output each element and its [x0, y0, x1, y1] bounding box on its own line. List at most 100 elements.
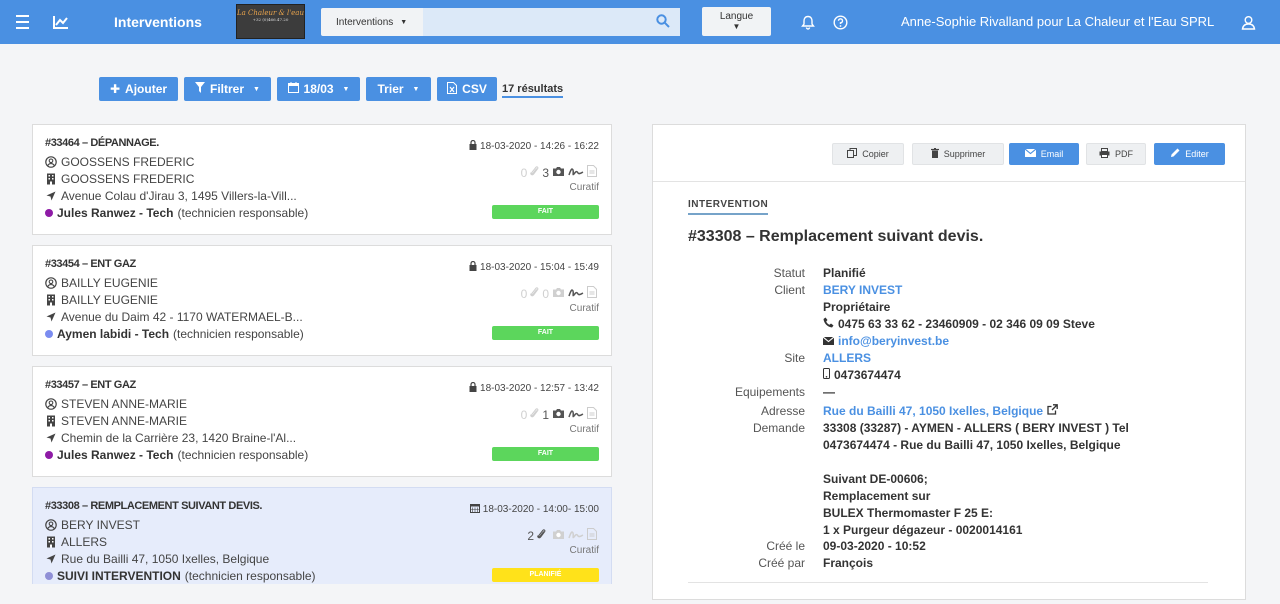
top-navbar: Interventions La Chaleur & l'eau +32 (0)… — [0, 0, 1280, 44]
intervention-type: Curatif — [569, 424, 599, 435]
building-icon — [45, 173, 57, 185]
bell-icon[interactable] — [798, 12, 818, 32]
client-label: Client — [774, 283, 805, 297]
request-line: 0473674474 - Rue du Bailli 47, 1050 Ixel… — [823, 438, 1121, 452]
equipment-label: Equipements — [734, 385, 805, 399]
pdf-button[interactable]: PDF — [1086, 143, 1146, 165]
location-arrow-icon — [45, 432, 57, 444]
client-email[interactable]: info@beryinvest.be — [822, 334, 949, 348]
card-date: 18-03-2020 - 14:00- 15:00 — [469, 503, 599, 516]
status-badge: FAIT — [492, 326, 599, 340]
card-technician: Jules Ranwez - Tech (technicien responsab… — [45, 206, 308, 220]
camera-icon — [552, 287, 565, 301]
status-badge: PLANIFIÉ — [492, 568, 599, 582]
intervention-type: Curatif — [569, 545, 599, 556]
card-stats: 0 0 — [521, 286, 597, 301]
building-icon — [45, 294, 57, 306]
request-label: Demande — [752, 421, 805, 435]
paperclip-icon — [530, 286, 539, 301]
delete-button[interactable]: Supprimer — [912, 143, 1004, 165]
language-dropdown[interactable]: Langue ▼ — [702, 7, 771, 36]
client-phone: 0475 63 33 62 - 23460909 - 02 346 09 09 … — [823, 317, 1095, 331]
address-link[interactable]: Rue du Bailli 47, 1050 Ixelles, Belgique — [823, 404, 1058, 418]
site-link[interactable]: ALLERS — [823, 351, 871, 365]
created-on-value: 09-03-2020 - 10:52 — [823, 539, 926, 553]
signature-icon — [568, 408, 584, 422]
intervention-card[interactable]: #33464 – DÉPANNAGE. 18-03-2020 - 14:26 -… — [32, 124, 612, 235]
signature-icon — [568, 166, 584, 180]
app-title[interactable]: Interventions — [114, 14, 202, 30]
date-filter-button[interactable]: 18/03 ▼ — [277, 77, 360, 101]
calendar-icon — [469, 503, 480, 516]
search-input[interactable] — [423, 8, 680, 36]
company-logo: La Chaleur & l'eau +32 (0)466.47.20 — [236, 4, 305, 39]
result-count[interactable]: 17 résultats — [502, 83, 564, 98]
lock-icon — [469, 139, 477, 153]
filter-icon — [195, 82, 206, 96]
search-icon[interactable] — [656, 14, 670, 28]
client-role: Propriétaire — [823, 300, 891, 314]
card-client: GOOSSENS FREDERIC — [45, 155, 194, 169]
address-label: Adresse — [760, 404, 805, 418]
envelope-icon — [822, 334, 835, 348]
detail-title: #33308 – Remplacement suivant devis. — [688, 228, 984, 245]
card-client: BAILLY EUGENIE — [45, 276, 158, 290]
add-button[interactable]: ✚ Ajouter — [99, 77, 178, 101]
card-site: GOOSSENS FREDERIC — [45, 172, 194, 186]
status-label: Statut — [773, 266, 805, 280]
help-icon[interactable] — [830, 12, 850, 32]
building-icon — [45, 536, 57, 548]
created-by-value: François — [823, 556, 874, 570]
sort-button[interactable]: Trier ▼ — [366, 77, 431, 101]
intervention-type: Curatif — [569, 182, 599, 193]
user-circle-icon — [45, 277, 57, 289]
calendar-icon — [287, 82, 299, 96]
user-icon[interactable] — [1238, 12, 1258, 32]
camera-icon — [552, 408, 565, 422]
lock-icon — [469, 381, 477, 395]
trash-icon — [930, 148, 939, 160]
card-technician: Jules Ranwez - Tech (technicien responsab… — [45, 448, 308, 462]
copy-button[interactable]: Copier — [832, 143, 904, 165]
technician-color-dot — [45, 572, 53, 580]
intervention-detail-panel: Copier Supprimer Email PDF Editer INTERV… — [652, 124, 1246, 600]
intervention-type: Curatif — [569, 303, 599, 314]
signature-icon — [568, 287, 584, 301]
status-value: Planifié — [823, 266, 866, 280]
edit-button[interactable]: Editer — [1154, 143, 1225, 165]
card-title: #33454 – ENT GAZ — [45, 258, 136, 270]
intervention-card[interactable]: #33454 – ENT GAZ 18-03-2020 - 15:04 - 15… — [32, 245, 612, 356]
email-button[interactable]: Email — [1009, 143, 1079, 165]
intervention-card[interactable]: #33308 – REMPLACEMENT SUIVANT DEVIS. 18-… — [32, 487, 612, 584]
menu-icon[interactable] — [12, 12, 32, 32]
csv-export-button[interactable]: CSV — [437, 77, 497, 101]
panel-bottom-divider — [688, 582, 1208, 583]
card-address: Avenue Colau d'Jirau 3, 1495 Villers-la-… — [45, 189, 297, 203]
panel-divider — [653, 181, 1245, 182]
document-icon — [587, 528, 597, 543]
mobile-phone-icon — [823, 368, 830, 382]
location-arrow-icon — [45, 190, 57, 202]
user-name[interactable]: Anne-Sophie Rivalland pour La Chaleur et… — [901, 14, 1214, 29]
file-excel-icon — [447, 81, 458, 97]
request-line: Remplacement sur — [823, 489, 931, 503]
plus-icon: ✚ — [109, 82, 121, 96]
technician-color-dot — [45, 209, 53, 217]
status-badge: FAIT — [492, 205, 599, 219]
client-link[interactable]: BERY INVEST — [823, 283, 902, 297]
filter-button[interactable]: Filtrer ▼ — [184, 77, 271, 101]
user-circle-icon — [45, 519, 57, 531]
request-line: 33308 (33287) - AYMEN - ALLERS ( BERY IN… — [823, 421, 1129, 435]
equipment-value: — — [823, 385, 835, 399]
site-phone: 0473674474 — [823, 368, 901, 382]
phone-icon — [823, 317, 834, 331]
card-technician: SUIVI INTERVENTION (technicien responsabl… — [45, 569, 316, 583]
card-stats: 0 1 — [521, 407, 597, 422]
chart-icon[interactable] — [51, 12, 71, 32]
paperclip-icon — [537, 528, 546, 543]
search-scope-dropdown[interactable]: Interventions ▼ — [321, 8, 423, 36]
user-circle-icon — [45, 156, 57, 168]
camera-icon — [552, 529, 565, 543]
intervention-card[interactable]: #33457 – ENT GAZ 18-03-2020 - 12:57 - 13… — [32, 366, 612, 477]
technician-color-dot — [45, 451, 53, 459]
